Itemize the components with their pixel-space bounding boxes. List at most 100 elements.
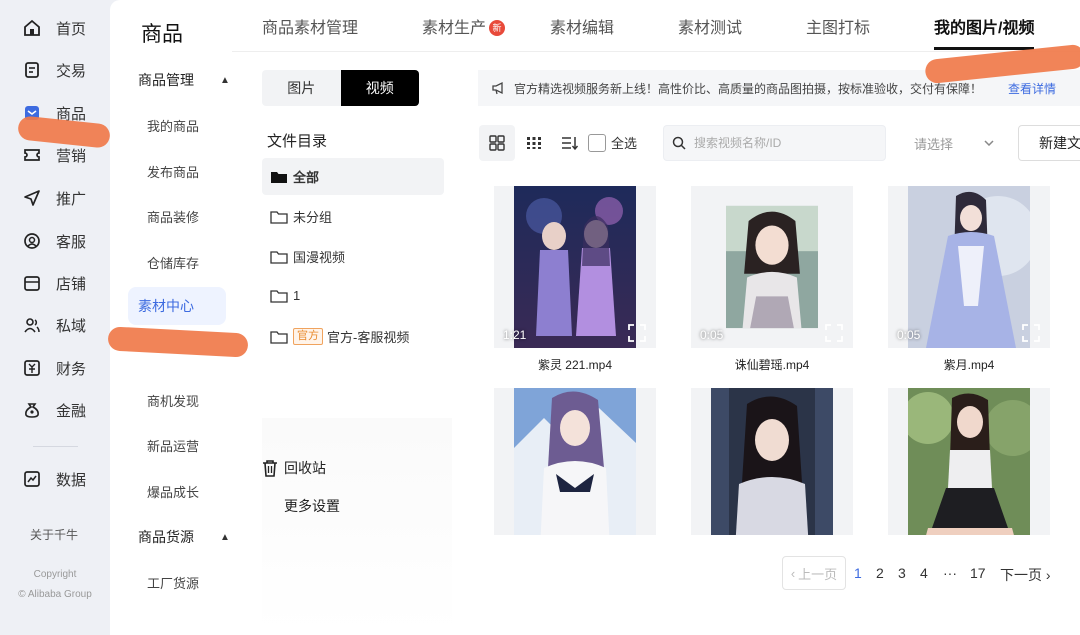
more-settings[interactable]: 更多设置 (284, 496, 340, 516)
video-preview-image (908, 186, 1030, 348)
grid-large-icon (489, 135, 505, 151)
page-number[interactable]: 4 (920, 565, 928, 581)
nav-item-store[interactable]: 店铺 (22, 268, 86, 298)
tab-material-production[interactable]: 素材生产新 (422, 14, 506, 38)
filter-select[interactable]: 请选择 (904, 125, 1004, 161)
left-nav-rail: 首页 交易 商品 营销 推广 客服 店铺 私域 财务 金融 数据 关于千牛 Co (0, 0, 110, 635)
nav-item-trade[interactable]: 交易 (22, 55, 86, 85)
send-icon (22, 188, 42, 208)
nav-label: 数据 (56, 471, 87, 489)
next-page-label: 下一页 (1000, 567, 1042, 583)
chevron-up-icon: ▲ (220, 531, 230, 543)
chevron-down-icon (984, 140, 994, 146)
tab-material-management[interactable]: 商品素材管理 (262, 14, 358, 38)
nav-item-loan[interactable]: 金融 (22, 395, 86, 425)
page-number[interactable]: 17 (970, 565, 986, 581)
video-card[interactable] (691, 388, 853, 535)
menu-item-new-product-ops[interactable]: 新品运营 (147, 436, 199, 455)
folder-icon (271, 171, 287, 183)
video-card[interactable] (888, 388, 1050, 535)
video-card[interactable]: 1:21 紫灵 221.mp4 (494, 186, 656, 373)
money-bag-icon (22, 400, 42, 420)
video-name: 紫灵 221.mp4 (537, 358, 613, 372)
nav-item-home[interactable]: 首页 (22, 13, 86, 43)
home-icon (22, 18, 42, 38)
prev-page-label: 上一页 (798, 566, 838, 582)
nav-item-service[interactable]: 客服 (22, 226, 86, 256)
search-input[interactable] (694, 136, 874, 150)
select-all-checkbox[interactable]: 全选 (588, 133, 637, 152)
sort-button[interactable] (552, 125, 588, 161)
fullscreen-icon[interactable] (1022, 324, 1040, 342)
official-tag: 官方 (293, 328, 323, 345)
video-thumbnail (888, 388, 1050, 535)
secondary-menu: 商品 商品管理 ▲ 我的商品 发布商品 商品装修 仓储库存 素材中心 商机发现 … (110, 0, 232, 635)
fullscreen-icon[interactable] (628, 324, 646, 342)
folder-1[interactable]: 1 (262, 277, 444, 314)
nav-item-private[interactable]: 私域 (22, 310, 86, 340)
menu-item-my-products[interactable]: 我的商品 (147, 116, 199, 135)
page-number[interactable]: 2 (876, 565, 884, 581)
notice-details-link[interactable]: 查看详情 (1008, 80, 1056, 97)
fullscreen-icon[interactable] (825, 324, 843, 342)
nav-label: 推广 (56, 190, 87, 208)
tab-main-image-tag[interactable]: 主图打标 (806, 14, 870, 38)
next-page-button[interactable]: 下一页 › (1000, 565, 1051, 585)
video-thumbnail: 0:05 (888, 186, 1050, 348)
page-ellipsis[interactable]: ··· (943, 565, 957, 581)
menu-item-hot-products[interactable]: 爆品成长 (147, 482, 199, 501)
new-folder-button[interactable]: 新建文件夹 (1018, 125, 1080, 161)
checkbox-box[interactable] (588, 133, 606, 152)
page-number[interactable]: 3 (898, 565, 906, 581)
tab-material-test[interactable]: 素材测试 (678, 14, 742, 38)
video-thumbnail: 1:21 (494, 186, 656, 348)
nav-label: 营销 (56, 147, 87, 165)
video-preview-image (514, 388, 636, 535)
tab-my-images-videos[interactable]: 我的图片/视频 (934, 14, 1035, 50)
nav-label: 交易 (56, 62, 87, 80)
video-duration: 0:05 (700, 328, 724, 342)
video-card[interactable]: 0:05 紫月.mp4 (888, 186, 1050, 373)
video-duration: 1:21 (503, 328, 527, 342)
users-icon (22, 315, 42, 335)
menu-item-publish[interactable]: 发布商品 (147, 162, 199, 181)
about-link[interactable]: 关于千牛 (30, 526, 78, 543)
folder-official-service-videos[interactable]: 官方 官方-客服视频 (262, 318, 444, 355)
grid-view-button[interactable] (479, 125, 515, 161)
nav-label: 财务 (56, 360, 87, 378)
search-icon (672, 136, 686, 150)
folder-icon (270, 250, 288, 264)
menu-item-material-center[interactable]: 素材中心 (128, 287, 226, 325)
menu-item-decoration[interactable]: 商品装修 (147, 207, 199, 226)
menu-item-opportunity[interactable]: 商机发现 (147, 391, 199, 410)
video-card[interactable]: 0:05 诛仙碧瑶.mp4 (691, 186, 853, 373)
video-grid: 1:21 紫灵 221.mp4 0:05 诛仙碧瑶.mp4 0:05 紫月.mp… (478, 176, 1080, 535)
video-preview-image (514, 186, 636, 348)
menu-item-factory-sourcing[interactable]: 工厂货源 (147, 573, 199, 592)
recycle-bin[interactable]: 回收站 (262, 458, 326, 478)
menu-group-product-sourcing[interactable]: 商品货源 ▲ (138, 527, 230, 547)
folder-label: 未分组 (293, 210, 333, 225)
video-thumbnail (494, 388, 656, 535)
image-toggle[interactable]: 图片 (262, 70, 341, 106)
nav-item-data[interactable]: 数据 (22, 464, 86, 494)
folder-anime-videos[interactable]: 国漫视频 (262, 238, 444, 275)
video-toggle[interactable]: 视频 (340, 70, 419, 106)
nav-label: 金融 (56, 402, 87, 420)
folder-ungrouped[interactable]: 未分组 (262, 198, 444, 235)
menu-group-label: 商品货源 (138, 529, 194, 545)
video-card[interactable] (494, 388, 656, 535)
page-number-current[interactable]: 1 (854, 565, 862, 581)
menu-group-product-management[interactable]: 商品管理 ▲ (138, 70, 230, 90)
menu-item-inventory[interactable]: 仓储库存 (147, 253, 199, 272)
compact-grid-button[interactable] (516, 125, 552, 161)
folder-all[interactable]: 全部 (262, 158, 444, 195)
nav-item-finance[interactable]: 财务 (22, 353, 86, 383)
folder-label: 1 (293, 288, 301, 303)
tab-material-edit[interactable]: 素材编辑 (550, 14, 614, 38)
video-duration: 0:05 (897, 328, 921, 342)
nav-item-promotion[interactable]: 推广 (22, 183, 86, 213)
headset-icon (22, 231, 42, 251)
select-placeholder: 请选择 (914, 136, 954, 152)
prev-page-button[interactable]: ‹ 上一页 (782, 556, 846, 590)
